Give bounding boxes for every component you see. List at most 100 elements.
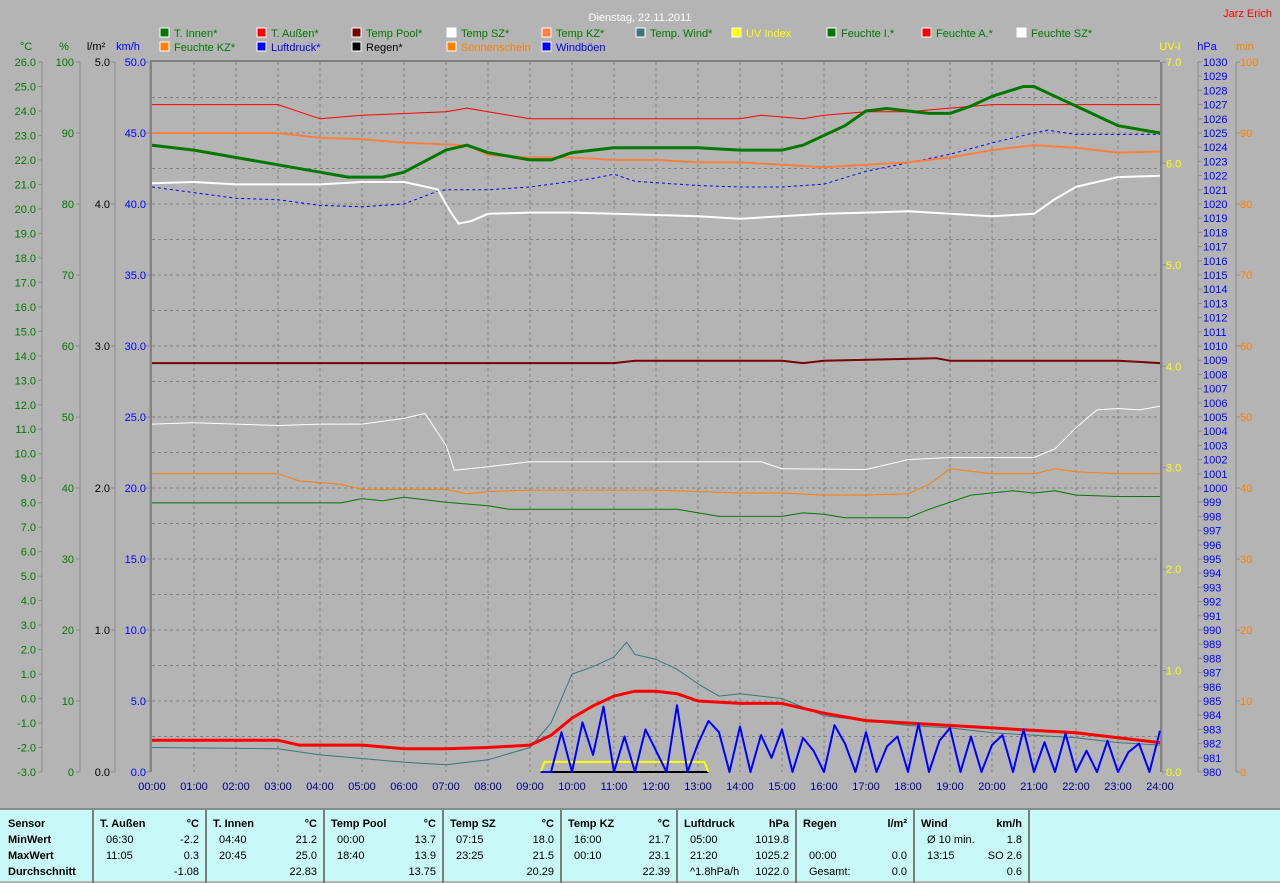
axis-tick-press: 983 [1203,724,1221,736]
axis-tick-hum: 50 [62,412,74,424]
row-label-avg: Durchschnitt [8,866,76,878]
stats-unit: l/m² [887,818,907,830]
axis-unit-hum: % [59,41,69,53]
stats-unit: hPa [768,818,789,830]
stats-time: ^1.8hPa/h [690,866,740,878]
stats-value: -2.2 [180,834,199,846]
axis-tick-temp: 9.0 [21,473,36,485]
x-tick-label: 23:00 [1104,781,1132,793]
legend-swatch [921,27,932,38]
axis-tick-uv: 1.0 [1166,666,1181,678]
axis-tick-uv: 6.0 [1166,158,1181,170]
axis-tick-temp: 7.0 [21,522,36,534]
axis-tick-press: 1005 [1203,412,1227,424]
axis-tick-press: 982 [1203,739,1221,751]
stats-time: Ø 10 min. [927,834,975,846]
stats-value: 0.0 [891,850,907,862]
axis-tick-temp: 17.0 [15,277,36,289]
axis-tick-sun: 70 [1240,270,1252,282]
axis-tick-uv: 4.0 [1166,361,1181,373]
legend-swatch [635,27,646,38]
stats-value: 18.0 [532,834,554,846]
stats-time: Gesamt: [809,866,851,878]
legend-label: T. Innen* [174,28,218,40]
stats-unit: °C [541,818,554,830]
legend-item: Temp SZ* [446,27,510,40]
axis-tick-rain: 0.0 [95,767,110,779]
axis-tick-press: 995 [1203,554,1221,566]
axis-tick-wind: 25.0 [125,412,146,424]
legend-swatch [1016,27,1027,38]
legend-label: Temp. Wind* [650,28,713,40]
axis-tick-temp: 14.0 [15,351,36,363]
axis-tick-press: 986 [1203,682,1221,694]
axis-tick-press: 1013 [1203,298,1227,310]
axis-tick-hum: 10 [62,696,74,708]
axis-tick-temp: 4.0 [21,596,36,608]
axis-tick-temp: 25.0 [15,81,36,93]
axis-tick-rain: 4.0 [95,199,110,211]
axis-tick-sun: 100 [1240,57,1258,69]
axis-tick-rain: 5.0 [95,57,110,69]
axis-tick-press: 1015 [1203,270,1227,282]
axis-tick-wind: 0.0 [131,767,146,779]
x-tick-label: 22:00 [1062,781,1090,793]
axis-tick-press: 1001 [1203,469,1227,481]
axis-unit-rain: l/m² [87,41,106,53]
axis-tick-rain: 3.0 [95,341,110,353]
stats-column: Temp Pool °C 00:00 13.7 18:40 13.9 13.75 [323,810,442,883]
axis-tick-temp: 20.0 [15,204,36,216]
legend-item: Temp Pool* [351,27,423,40]
x-tick-label: 06:00 [390,781,418,793]
legend-swatch [541,41,552,52]
axis-tick-press: 1024 [1203,142,1227,154]
axis-tick-uv: 0.0 [1166,767,1181,779]
axis-tick-hum: 60 [62,341,74,353]
stats-header: Regen [803,818,837,830]
axis-tick-wind: 5.0 [131,696,146,708]
legend-swatch [731,27,742,38]
axis-tick-uv: 3.0 [1166,463,1181,475]
axis-tick-temp: 26.0 [15,57,36,69]
stats-column: Wind km/h Ø 10 min. 1.8 13:15 SO 2.6 0.6 [913,810,1030,883]
axis-tick-press: 1025 [1203,128,1227,140]
axis-tick-sun: 30 [1240,554,1252,566]
stats-value: 23.1 [648,850,670,862]
legend-label: Windböen [556,42,606,54]
axis-tick-temp: 18.0 [15,253,36,265]
stats-time: 21:20 [690,850,718,862]
axis-tick-temp: 19.0 [15,228,36,240]
chart-title: Dienstag, 22.11.2011 [589,12,692,24]
stats-column: T. Außen °C 06:30 -2.2 11:05 0.3 -1.08 [92,810,205,883]
axis-tick-press: 1028 [1203,85,1227,97]
stats-value: 25.0 [295,850,317,862]
legend-label: Sonnenschein [461,42,531,54]
legend-label: Feuchte KZ* [174,42,236,54]
axis-tick-press: 989 [1203,639,1221,651]
axis-tick-temp: 1.0 [21,669,36,681]
axis-tick-press: 1021 [1203,185,1227,197]
x-tick-label: 04:00 [306,781,334,793]
axis-tick-uv: 5.0 [1166,260,1181,272]
axis-unit-uv: UV-I [1159,41,1180,53]
x-tick-label: 13:00 [684,781,712,793]
axis-tick-press: 985 [1203,696,1221,708]
stats-value: 0.0 [891,866,907,878]
axis-tick-press: 1022 [1203,171,1227,183]
x-tick-label: 11:00 [601,781,628,793]
row-label-max: MaxWert [8,850,54,862]
stats-column: Temp SZ °C 07:15 18.0 23:25 21.5 20.29 [442,810,560,883]
axis-tick-press: 999 [1203,497,1221,509]
legend-item: Feuchte A.* [921,27,994,40]
axis-tick-temp: 13.0 [15,375,36,387]
x-tick-label: 02:00 [222,781,250,793]
legend-item: Windböen [541,41,606,54]
axis-tick-temp: 24.0 [15,106,36,118]
stats-value: 21.2 [295,834,317,846]
x-tick-label: 21:00 [1020,781,1048,793]
stats-unit: km/h [996,818,1022,830]
legend-label: Temp SZ* [461,28,510,40]
stats-time: 18:40 [337,850,365,862]
stats-value: 13.9 [414,850,436,862]
axis-tick-press: 980 [1203,767,1221,779]
